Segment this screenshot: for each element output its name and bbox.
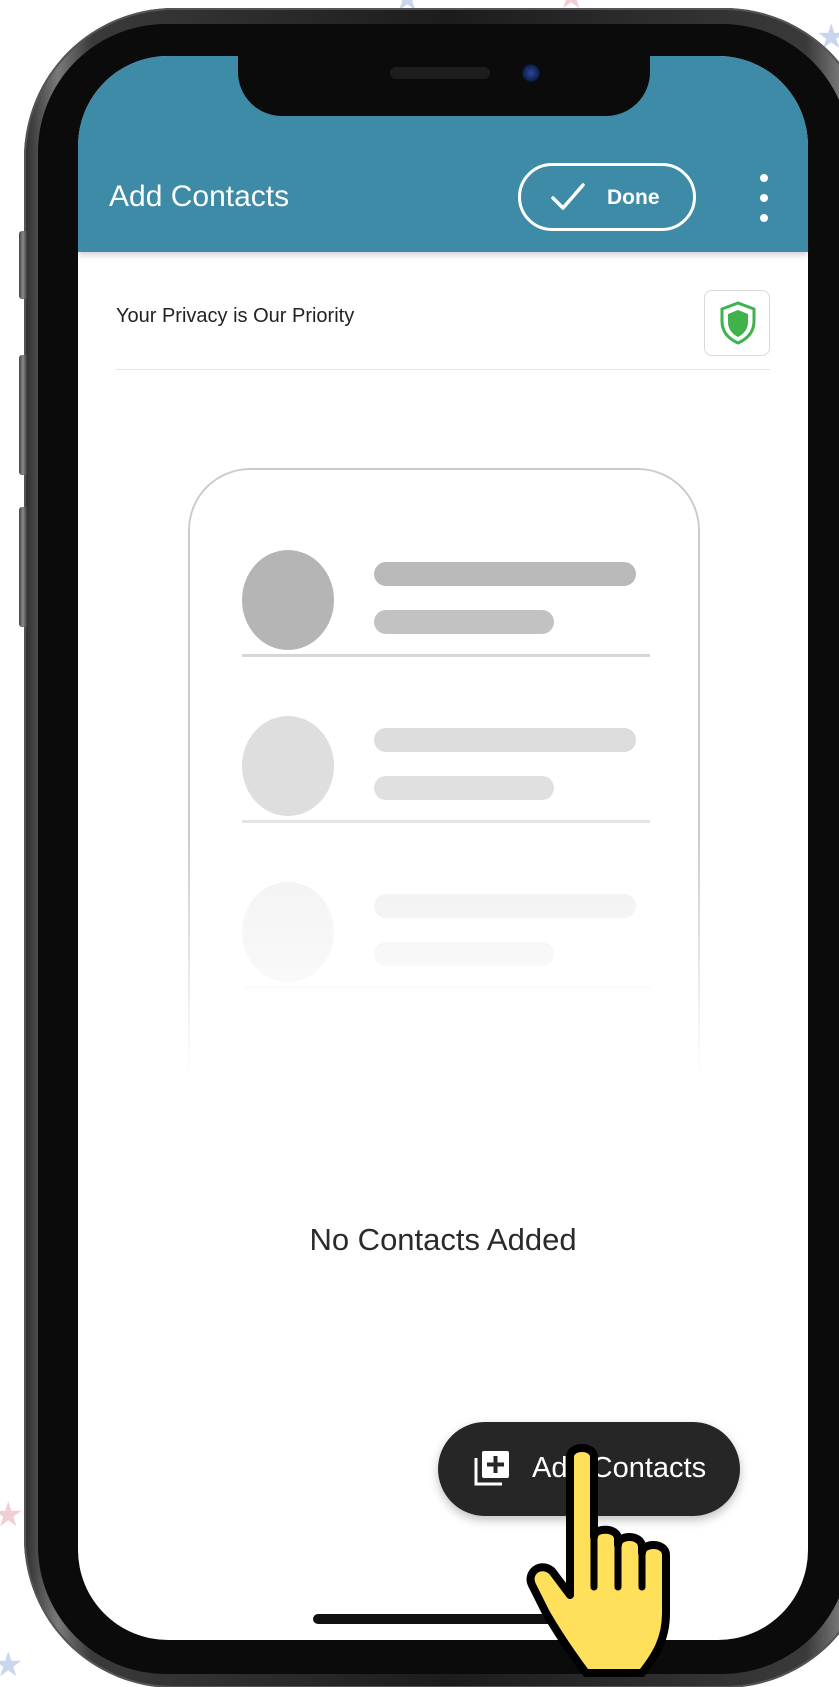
placeholder-divider: [242, 986, 650, 989]
page-title: Add Contacts: [109, 180, 290, 213]
placeholder-avatar: [242, 716, 334, 816]
decorative-star-icon: ★: [0, 1646, 24, 1684]
decorative-star-icon: ★: [0, 1496, 24, 1534]
check-icon: [551, 183, 585, 210]
placeholder-line: [374, 776, 554, 800]
phone-screen: Add Contacts Done Your Privacy is Our Pr…: [78, 56, 808, 1640]
mute-switch: [19, 231, 27, 299]
placeholder-divider: [242, 820, 650, 823]
placeholder-avatar: [242, 550, 334, 650]
privacy-text: Your Privacy is Our Priority: [116, 305, 355, 327]
placeholder-line: [374, 610, 554, 634]
privacy-banner[interactable]: Your Privacy is Our Priority: [116, 290, 770, 370]
home-indicator: [313, 1614, 575, 1624]
privacy-shield-button[interactable]: [704, 290, 770, 356]
placeholder-divider: [242, 654, 650, 657]
placeholder-line: [374, 894, 636, 918]
more-vert-icon[interactable]: [752, 170, 776, 226]
placeholder-contact-row: [242, 524, 650, 690]
add-contacts-button-label: Add Contacts: [532, 1452, 707, 1484]
camera-icon: [521, 63, 541, 83]
earpiece-speaker: [390, 67, 490, 79]
empty-state-message: No Contacts Added: [309, 1222, 577, 1257]
screenshot-stage: ★ ★ ★ ★ ★ Add Contacts Done: [0, 0, 839, 1687]
done-button-label: Done: [607, 186, 660, 209]
placeholder-avatar: [242, 882, 334, 982]
shield-icon: [720, 301, 756, 345]
notch: [238, 56, 650, 116]
volume-down-button: [19, 507, 27, 627]
empty-contacts-illustration: [188, 468, 700, 1078]
placeholder-contact-row: [242, 856, 650, 1022]
add-to-library-icon: [474, 1451, 509, 1486]
add-contacts-button[interactable]: Add Contacts: [438, 1422, 740, 1516]
app-bar: Add Contacts Done: [78, 56, 808, 252]
volume-up-button: [19, 355, 27, 475]
placeholder-line: [374, 728, 636, 752]
done-button[interactable]: Done: [518, 163, 696, 231]
placeholder-line: [374, 942, 554, 966]
placeholder-contact-row: [242, 690, 650, 856]
placeholder-line: [374, 562, 636, 586]
